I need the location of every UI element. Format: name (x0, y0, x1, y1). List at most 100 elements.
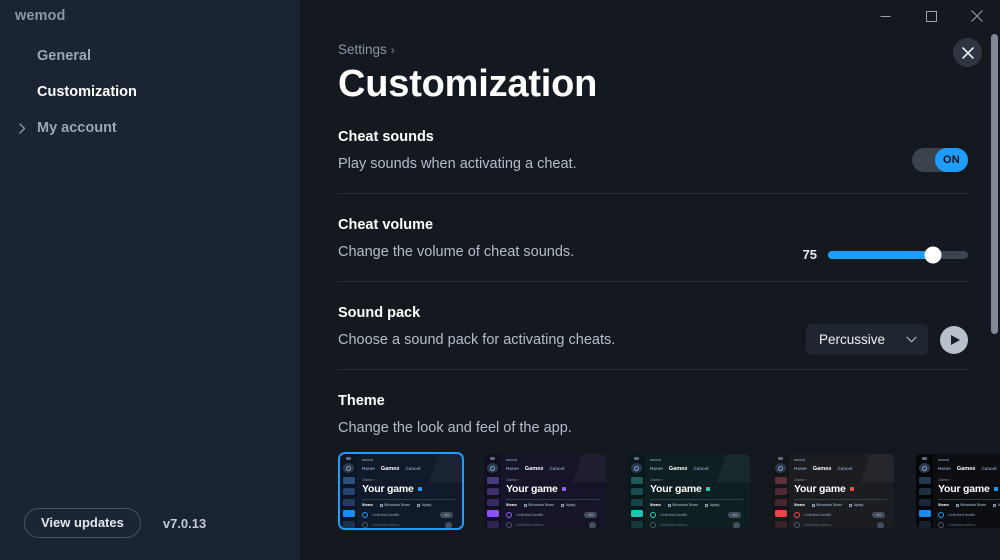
theme-card-teal[interactable]: wemod Home Games Cancel Games › Your game Stea… (626, 452, 752, 530)
preview-game-tile (486, 521, 499, 528)
preview-tab: Games (524, 466, 544, 472)
section-cheat-sounds: Cheat sounds Play sounds when activating… (338, 106, 968, 194)
preview-platform: Uplay (705, 503, 720, 507)
sound-pack-title: Sound pack (338, 305, 421, 321)
square-icon (955, 503, 959, 507)
preview-cheat-label: Unlimited health (948, 513, 976, 517)
app-brand-label: wemod (15, 8, 66, 24)
sidebar-item-my-account[interactable]: My account (0, 110, 300, 146)
preview-game-tile (342, 488, 355, 496)
preview-cheats: Unlimited healthON Unlimited ammo (938, 512, 1000, 528)
preview-cheat-label: Unlimited health (660, 513, 688, 517)
preview-icon-rail (484, 454, 501, 528)
breadcrumb-settings-link[interactable]: Settings (338, 42, 387, 57)
cheat-volume-slider[interactable] (828, 246, 968, 263)
cheat-toggle-icon (938, 512, 944, 518)
preview-accent-dot (561, 487, 566, 491)
preview-game-tile-active (774, 510, 787, 518)
square-icon (705, 503, 709, 507)
preview-logo-icon (346, 457, 351, 461)
preview-platform-label: Windows Store (672, 503, 699, 507)
preview-game-tile (342, 521, 355, 528)
search-icon (631, 463, 642, 474)
preview-tabs: Home Games Cancel (794, 466, 887, 472)
preview-platform-label: Steam (362, 503, 373, 507)
preview-cheat-row: Unlimited ammo (506, 522, 599, 528)
sound-pack-control: Percussive (806, 324, 968, 355)
preview-game-name: Your game (938, 483, 990, 495)
sidebar-item-general[interactable]: General (0, 38, 300, 74)
preview-game-title: Your game (506, 483, 599, 495)
cheat-toggle-icon (650, 522, 656, 528)
preview-platform: Windows Store (379, 503, 410, 507)
preview-icon-rail (628, 454, 645, 528)
preview-logo-icon (778, 457, 783, 461)
preview-cheats: Unlimited healthONUnlimited ammo (362, 512, 455, 528)
sidebar-footer: View updates v7.0.13 (24, 508, 206, 538)
section-theme: Theme Change the look and feel of the ap… (338, 370, 1000, 551)
preview-tab: Home (794, 466, 807, 471)
page-title: Customization (338, 63, 598, 105)
preview-cheat-knob (733, 522, 740, 528)
preview-platform: Windows Store (523, 503, 554, 507)
preview-cheat-pill: ON (728, 512, 741, 518)
theme-card-blue[interactable]: wemod Home Games Cancel Games › Your game Stea… (338, 452, 464, 530)
preview-platform-label: Uplay (421, 503, 432, 507)
square-icon (849, 503, 853, 507)
preview-platform: Uplay (849, 503, 864, 507)
theme-card-purple[interactable]: wemod Home Games Cancel Games › Your game Stea… (482, 452, 608, 530)
theme-preview: wemod Home Games Cancel Games › Your game Stea… (628, 454, 750, 528)
preview-platform-label: Uplay (565, 503, 576, 507)
preview-tab: Cancel (837, 466, 853, 471)
search-icon (775, 463, 786, 474)
theme-preview: wemod Home Games Cancel Games › Your game Stea… (484, 454, 606, 528)
cheat-toggle-icon (362, 512, 368, 518)
play-icon (951, 334, 960, 345)
preview-game-title: Your game (362, 483, 455, 495)
square-icon (523, 503, 527, 507)
sound-pack-dropdown[interactable]: Percussive (806, 324, 928, 355)
preview-platform-label: Steam (938, 503, 949, 507)
preview-brand: wemod (362, 458, 373, 462)
preview-cheat-knob (445, 522, 452, 528)
preview-platform: Windows Store (955, 503, 986, 507)
cheat-sounds-title: Cheat sounds (338, 129, 434, 145)
settings-sidebar: wemod General Customization My account Vie… (0, 0, 300, 560)
preview-platform: Steam (938, 503, 949, 507)
preview-platform-label: Steam (650, 503, 661, 507)
theme-preview: wemod Home Games Cancel Games › Your game Stea… (772, 454, 894, 528)
preview-cheat-row: Unlimited healthON (794, 512, 887, 518)
preview-game-name: Your game (794, 483, 846, 495)
preview-breadcrumb: Games › (794, 478, 807, 482)
preview-game-tile (630, 499, 643, 507)
vertical-scrollbar[interactable] (991, 34, 998, 334)
theme-title: Theme (338, 393, 385, 409)
preview-cheat-row: Unlimited ammo (650, 522, 743, 528)
cheat-volume-control: 75 (799, 246, 968, 263)
cheat-volume-slider-thumb[interactable] (924, 246, 942, 263)
play-preview-button[interactable] (940, 325, 968, 354)
cheat-toggle-icon (794, 522, 800, 528)
square-icon (417, 503, 421, 507)
sidebar-item-customization[interactable]: Customization (0, 74, 300, 110)
preview-game-tile (342, 499, 355, 507)
breadcrumb[interactable]: Settings › (338, 42, 395, 57)
cheat-toggle-icon (794, 512, 800, 518)
theme-card-red[interactable]: wemod Home Games Cancel Games › Your game Stea… (770, 452, 896, 530)
cheat-sounds-toggle[interactable]: ON (912, 148, 968, 172)
preview-icon-rail (340, 454, 357, 528)
preview-cheat-label: Unlimited ammo (948, 523, 976, 527)
square-icon (993, 503, 997, 507)
preview-game-title: Your game (650, 483, 743, 495)
chevron-down-icon (906, 336, 917, 343)
preview-game-tile (486, 488, 499, 496)
preview-cheat-row: Unlimited healthON (938, 512, 1000, 518)
preview-tab: Games (380, 466, 400, 472)
view-updates-button[interactable]: View updates (24, 508, 141, 538)
preview-cheats: Unlimited health ON Unlimited ammo (650, 512, 743, 528)
theme-card-dark[interactable]: wemod Home Games Cancel Games › Your game Stea… (914, 452, 1000, 530)
preview-tab: Cancel (405, 466, 421, 471)
preview-divider (650, 499, 743, 500)
preview-cheat-knob (877, 522, 884, 528)
preview-platforms: Steam Windows Store Uplay (362, 503, 455, 507)
